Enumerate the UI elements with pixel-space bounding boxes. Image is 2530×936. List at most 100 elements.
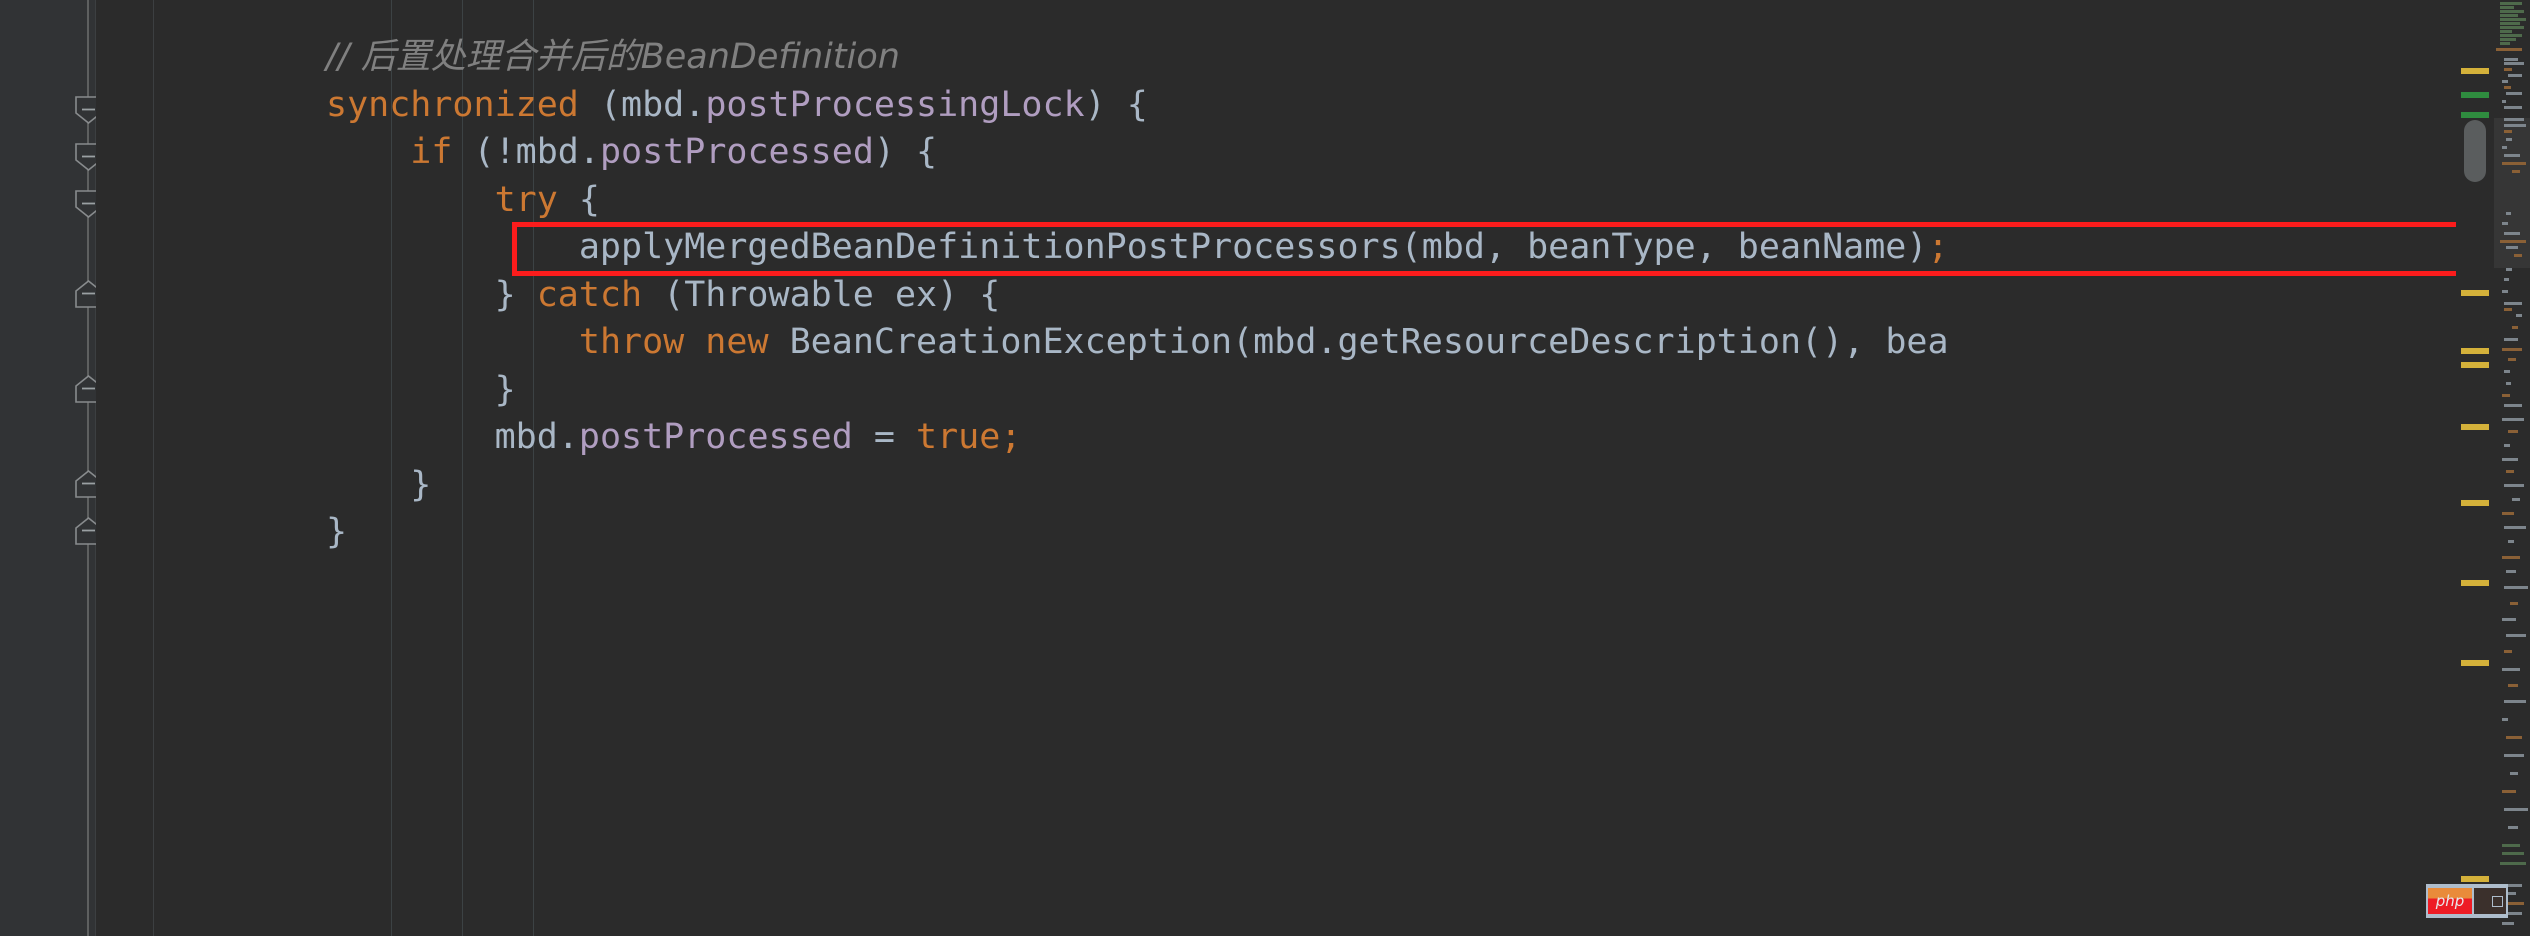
code-line[interactable]: applyMergedBeanDefinitionPostProcessors(… (326, 224, 1949, 272)
minimap-code-row (2508, 684, 2518, 687)
minimap-code-row (2502, 80, 2508, 83)
minimap-code-row (2504, 808, 2528, 811)
code-token-keyword: ; (1927, 227, 1949, 267)
code-token-keyword: synchronized (326, 84, 579, 125)
minimap-code-row (2500, 26, 2524, 29)
code-token-default: { (557, 179, 600, 220)
minimap-code-row (2500, 42, 2510, 45)
minimap-code-row (2512, 326, 2518, 329)
code-line[interactable]: } (326, 462, 1949, 510)
minimap-code-row (2508, 430, 2518, 433)
error-stripe-mark[interactable] (2461, 92, 2489, 98)
minimap-code-row (2502, 100, 2506, 103)
code-token-default: mbd. (326, 417, 579, 457)
code-line[interactable]: mbd.postProcessed = true; (326, 414, 1949, 462)
error-stripe-mark[interactable] (2461, 424, 2489, 430)
code-line[interactable]: } catch (Throwable ex) { (326, 272, 1949, 320)
code-token-default (326, 322, 579, 362)
folding-spine-line (87, 0, 89, 936)
code-token-default: ) { (873, 132, 938, 172)
minimap-code-row (2504, 404, 2522, 407)
error-stripe-mark[interactable] (2461, 348, 2489, 354)
code-token-field: postProcessed (578, 417, 853, 457)
minimap-code-row (2504, 86, 2511, 89)
minimap-code-row (2504, 370, 2510, 373)
error-stripe-mark[interactable] (2461, 580, 2489, 586)
code-token-default: } (326, 274, 537, 315)
vertical-scrollbar-thumb[interactable] (2464, 120, 2486, 182)
minimap-code-row (2502, 394, 2510, 397)
error-stripe-scrollbar[interactable] (2456, 0, 2494, 936)
error-stripe-mark[interactable] (2461, 362, 2489, 368)
minimap-code-row (2500, 10, 2524, 13)
code-line[interactable]: // 后置处理合并后的BeanDefinition (326, 34, 1949, 82)
minimap-code-row (2504, 302, 2522, 305)
minimap-code-row (2502, 556, 2520, 559)
minimap-code-row (2506, 212, 2511, 215)
code-line[interactable]: } (326, 509, 1949, 557)
minimap-code-row (2502, 718, 2508, 721)
minimap-code-row (2502, 844, 2520, 847)
php-watermark-badge: php (2426, 884, 2508, 918)
minimap-code-row (2506, 268, 2512, 271)
code-line[interactable]: synchronized (mbd.postProcessingLock) { (326, 82, 1949, 130)
error-stripe-mark[interactable] (2461, 876, 2489, 882)
code-token-default: } (326, 369, 516, 410)
minimap-code-row (2502, 146, 2507, 149)
minimap-code-row (2506, 382, 2511, 385)
code-token-default (326, 132, 410, 172)
code-token-comment: // 后置处理合并后的BeanDefinition (326, 37, 900, 77)
error-stripe-mark[interactable] (2461, 112, 2489, 118)
minimap-code-row (2510, 772, 2518, 775)
minimap-code-row (2504, 130, 2512, 133)
php-badge-glyph-icon (2492, 895, 2503, 907)
code-token-field: postProcessed (599, 132, 874, 172)
code-token-default: } (326, 464, 432, 505)
code-token-default: (!mbd. (452, 132, 600, 172)
minimap-code-row (2504, 308, 2512, 311)
minimap-code-row (2506, 246, 2518, 249)
minimap-code-row (2504, 484, 2524, 487)
minimap-code-row (2510, 602, 2518, 605)
minimap-code-row (2502, 790, 2516, 793)
minimap-code-row (2504, 444, 2510, 447)
code-line[interactable]: if (!mbd.postProcessed) { (326, 129, 1949, 177)
minimap-code-row (2502, 290, 2508, 293)
minimap-code-row (2506, 570, 2516, 573)
error-stripe-mark[interactable] (2461, 290, 2489, 296)
code-folding-gutter (0, 0, 102, 936)
minimap-code-row (2500, 2, 2522, 5)
php-logo-label: php (2435, 891, 2465, 910)
minimap-code-row (2500, 862, 2526, 865)
minimap-code-row (2504, 58, 2518, 61)
php-logo-icon: php (2428, 888, 2472, 914)
annotation-strip (96, 0, 154, 936)
error-stripe-mark[interactable] (2461, 500, 2489, 506)
minimap-code-row (2500, 240, 2526, 243)
minimap-code-row (2504, 232, 2520, 235)
error-stripe-mark[interactable] (2461, 660, 2489, 666)
code-line[interactable]: throw new BeanCreationException(mbd.getR… (326, 319, 1949, 367)
code-text-area[interactable]: // 后置处理合并后的BeanDefinition synchronized (m… (154, 0, 2456, 936)
code-line[interactable]: try { (326, 177, 1949, 225)
minimap-code-row (2502, 618, 2516, 621)
minimap-code-row (2496, 48, 2522, 51)
minimap-code-row (2506, 470, 2514, 473)
code-token-default: ) { (1084, 84, 1148, 125)
code-token-keyword: try (494, 179, 558, 220)
code-token-keyword: if (410, 132, 453, 172)
error-stripe-mark[interactable] (2461, 68, 2489, 74)
minimap-code-row (2502, 922, 2514, 925)
minimap-code-row (2500, 22, 2520, 25)
code-minimap[interactable] (2494, 0, 2530, 936)
minimap-code-row (2502, 348, 2522, 351)
minimap-code-row (2500, 18, 2526, 21)
code-line-list[interactable]: // 后置处理合并后的BeanDefinition synchronized (m… (326, 34, 1949, 557)
minimap-code-row (2504, 586, 2528, 589)
code-token-default: BeanCreationException(mbd.getResourceDes… (768, 322, 1949, 362)
code-line[interactable]: } (326, 367, 1949, 415)
code-token-default: applyMergedBeanDefinitionPostProcessors(… (326, 227, 1928, 267)
minimap-code-row (2504, 526, 2526, 529)
minimap-code-row (2504, 62, 2524, 65)
minimap-code-row (2508, 826, 2518, 829)
